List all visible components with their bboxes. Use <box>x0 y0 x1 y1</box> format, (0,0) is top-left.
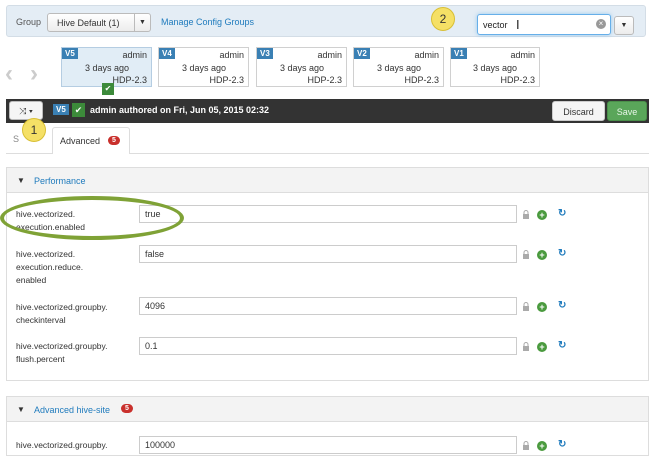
version-label: V1 <box>451 48 467 59</box>
version-stack: HDP-2.3 <box>112 75 147 85</box>
current-version-bar: ⤨ ▾ V5 ✔ admin authored on Fri, Jun 05, … <box>6 99 649 123</box>
version-card-v1[interactable]: V1 admin 3 days ago HDP-2.3 <box>450 47 540 87</box>
version-author: admin <box>317 50 342 60</box>
property-input[interactable]: 4096 <box>139 297 517 315</box>
config-group-select[interactable]: Hive Default (1) <box>47 13 135 32</box>
add-override-icon[interactable]: + <box>537 342 547 352</box>
advanced-count-badge: 5 <box>108 136 120 145</box>
text-cursor-icon: I <box>516 17 520 32</box>
add-override-icon[interactable]: + <box>537 250 547 260</box>
performance-panel: ▼ Performance hive.vectorized. execution.… <box>6 167 649 381</box>
refresh-icon[interactable]: ↻ <box>558 340 566 351</box>
version-author: admin <box>219 50 244 60</box>
version-card-v3[interactable]: V3 admin 3 days ago HDP-2.3 <box>256 47 347 87</box>
compare-shuffle-button[interactable]: ⤨ ▾ <box>9 101 43 120</box>
caret-down-icon[interactable]: ▼ <box>17 405 25 414</box>
version-stack: HDP-2.3 <box>500 75 535 85</box>
version-label: V3 <box>257 48 273 59</box>
advanced-hive-site-title[interactable]: Advanced hive-site <box>34 405 110 415</box>
property-input[interactable]: 0.1 <box>139 337 517 355</box>
check-icon: ✔ <box>72 103 85 117</box>
refresh-icon[interactable]: ↻ <box>558 439 566 450</box>
manage-config-groups-link[interactable]: Manage Config Groups <box>161 17 254 27</box>
caret-down-icon[interactable]: ▼ <box>17 176 25 185</box>
version-card-v5[interactable]: V5 admin 3 days ago HDP-2.3 ✔ <box>61 47 152 95</box>
lock-icon <box>523 302 529 311</box>
group-label: Group <box>16 17 42 27</box>
version-author: admin <box>414 50 439 60</box>
lock-icon <box>523 210 529 219</box>
add-override-icon[interactable]: + <box>537 210 547 220</box>
property-label: hive.vectorized. execution.enabled <box>16 209 86 232</box>
version-stack: HDP-2.3 <box>209 75 244 85</box>
filter-dropdown-button[interactable]: ▼ <box>614 16 634 35</box>
advanced-hive-site-header[interactable]: ▼ Advanced hive-site 5 <box>7 397 648 422</box>
advanced-hive-site-panel: ▼ Advanced hive-site 5 hive.vectorized.g… <box>6 396 649 456</box>
clear-search-icon[interactable]: × <box>596 19 606 29</box>
version-label: V5 <box>62 48 78 59</box>
lock-icon <box>523 342 529 351</box>
version-time: 3 days ago <box>84 63 129 73</box>
property-label: hive.vectorized.groupby. flush.percent <box>16 341 108 364</box>
authored-info: admin authored on Fri, Jun 05, 2015 02:3… <box>90 105 270 115</box>
previous-version-arrow-icon[interactable]: ‹ <box>5 60 13 88</box>
version-author: admin <box>510 50 535 60</box>
refresh-icon[interactable]: ↻ <box>558 208 566 219</box>
property-label: hive.vectorized. execution.reduce. enabled <box>16 249 84 285</box>
property-label: hive.vectorized.groupby. <box>16 440 108 450</box>
version-author: admin <box>122 50 147 60</box>
lock-icon <box>523 441 529 450</box>
current-version-label: V5 <box>53 104 69 115</box>
chevron-down-icon[interactable]: ▼ <box>134 13 151 32</box>
search-value: vector <box>483 20 508 30</box>
property-input[interactable]: false <box>139 245 517 263</box>
advanced-hive-site-badge: 5 <box>121 404 133 413</box>
property-input[interactable]: 100000 <box>139 436 517 454</box>
tab-settings[interactable]: S <box>13 134 19 144</box>
version-stack: HDP-2.3 <box>307 75 342 85</box>
tab-advanced[interactable]: Advanced 5 <box>52 127 130 154</box>
version-time: 3 days ago <box>376 63 421 73</box>
config-group-bar: Group Hive Default (1) ▼ Manage Config G… <box>6 5 646 37</box>
current-version-check-icon: ✔ <box>102 83 114 95</box>
performance-panel-header[interactable]: ▼ Performance <box>7 168 648 193</box>
property-input[interactable]: true <box>139 205 517 223</box>
version-card-v2[interactable]: V2 admin 3 days ago HDP-2.3 <box>353 47 444 87</box>
discard-button[interactable]: Discard <box>552 101 605 121</box>
next-version-arrow-icon[interactable]: › <box>30 60 38 88</box>
version-time: 3 days ago <box>181 63 226 73</box>
version-label: V2 <box>354 48 370 59</box>
save-button[interactable]: Save <box>607 101 647 121</box>
performance-title[interactable]: Performance <box>34 176 86 186</box>
add-override-icon[interactable]: + <box>537 302 547 312</box>
tab-advanced-label: Advanced <box>60 136 101 146</box>
callout-2: 2 <box>431 7 455 31</box>
refresh-icon[interactable]: ↻ <box>558 248 566 259</box>
version-time: 3 days ago <box>472 63 517 73</box>
refresh-icon[interactable]: ↻ <box>558 300 566 311</box>
version-card-v4[interactable]: V4 admin 3 days ago HDP-2.3 <box>158 47 249 87</box>
callout-1: 1 <box>22 118 46 142</box>
filter-search-input[interactable]: vector I × <box>477 14 611 35</box>
lock-icon <box>523 250 529 259</box>
version-stack: HDP-2.3 <box>404 75 439 85</box>
version-label: V4 <box>159 48 175 59</box>
property-label: hive.vectorized.groupby. checkinterval <box>16 302 108 325</box>
version-time: 3 days ago <box>279 63 324 73</box>
